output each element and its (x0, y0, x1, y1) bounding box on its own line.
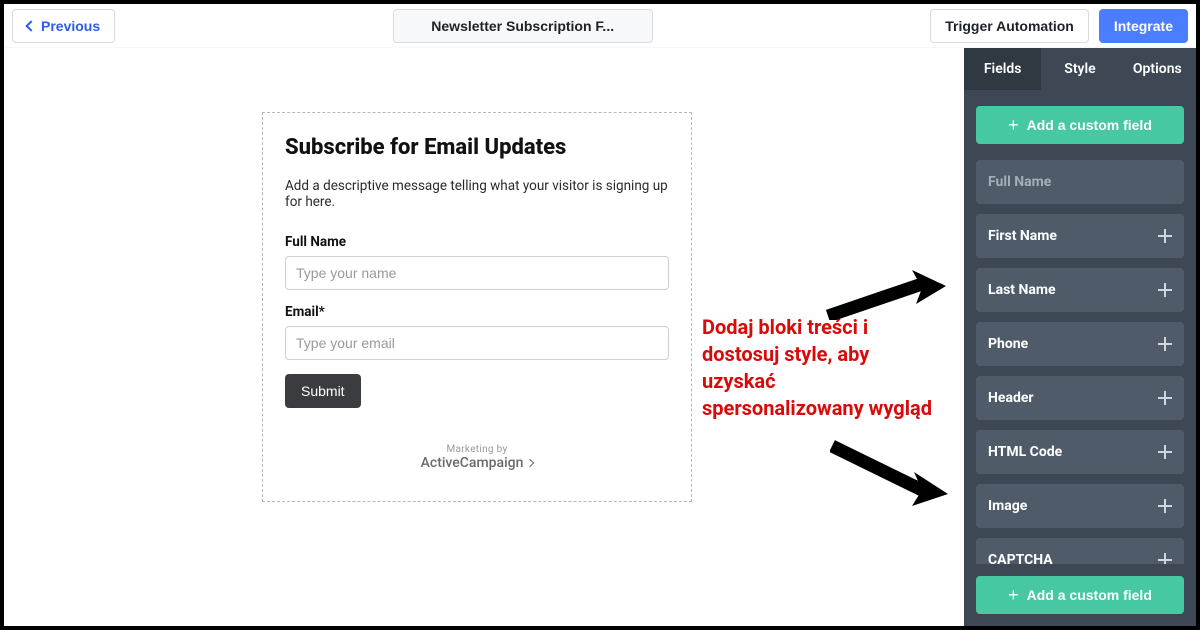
app-frame: Previous Newsletter Subscription F... Tr… (0, 0, 1200, 630)
annotation-arrow-icon (830, 440, 948, 510)
integrate-button[interactable]: Integrate (1099, 9, 1188, 43)
field-card-header[interactable]: Header (976, 376, 1184, 420)
add-custom-field-button-bottom[interactable]: + Add a custom field (976, 576, 1184, 614)
move-icon (1158, 391, 1172, 405)
chevron-left-icon (25, 20, 36, 31)
plus-icon: + (1008, 118, 1019, 132)
field-card-phone[interactable]: Phone (976, 322, 1184, 366)
form-preview[interactable]: Subscribe for Email Updates Add a descri… (262, 112, 692, 502)
submit-label: Submit (301, 383, 345, 399)
add-custom-field-label: Add a custom field (1027, 117, 1152, 133)
form-heading[interactable]: Subscribe for Email Updates (285, 135, 669, 160)
sidebar: Fields Style Options + Add a custom fiel… (964, 48, 1196, 626)
email-label: Email* (285, 304, 669, 320)
field-card-firstname[interactable]: First Name (976, 214, 1184, 258)
editor-canvas[interactable]: Subscribe for Email Updates Add a descri… (4, 52, 964, 622)
field-card-htmlcode[interactable]: HTML Code (976, 430, 1184, 474)
field-list: Full Name First Name Last Name Phone Hea… (964, 160, 1196, 564)
add-custom-field-button[interactable]: + Add a custom field (976, 106, 1184, 144)
tab-options[interactable]: Options (1119, 48, 1196, 90)
marketing-credit: Marketing by ActiveCampaign (285, 444, 669, 471)
add-custom-field-label: Add a custom field (1027, 587, 1152, 603)
form-title-selector[interactable]: Newsletter Subscription F... (393, 9, 653, 43)
previous-button[interactable]: Previous (12, 9, 115, 43)
top-bar: Previous Newsletter Subscription F... Tr… (4, 4, 1196, 48)
move-icon (1158, 553, 1172, 564)
sidebar-tabs: Fields Style Options (964, 48, 1196, 90)
field-card-label: Phone (988, 336, 1028, 352)
field-card-label: CAPTCHA (988, 552, 1053, 564)
move-icon (1158, 499, 1172, 513)
form-description[interactable]: Add a descriptive message telling what y… (285, 178, 669, 210)
field-card-fullname: Full Name (976, 160, 1184, 204)
tab-style[interactable]: Style (1041, 48, 1118, 90)
move-icon (1158, 229, 1172, 243)
move-icon (1158, 445, 1172, 459)
form-title-text: Newsletter Subscription F... (431, 18, 614, 34)
plus-icon: + (1008, 588, 1019, 602)
marketing-top: Marketing by (285, 444, 669, 455)
tab-fields[interactable]: Fields (964, 48, 1041, 90)
field-card-lastname[interactable]: Last Name (976, 268, 1184, 312)
move-icon (1158, 283, 1172, 297)
integrate-label: Integrate (1114, 18, 1173, 34)
field-card-image[interactable]: Image (976, 484, 1184, 528)
field-card-label: Header (988, 390, 1034, 406)
field-card-label: First Name (988, 228, 1057, 244)
email-input[interactable] (285, 326, 669, 360)
marketing-brand: ActiveCampaign (285, 455, 669, 471)
previous-label: Previous (41, 18, 100, 34)
submit-button[interactable]: Submit (285, 374, 361, 408)
annotation-arrow-icon (826, 270, 946, 320)
trigger-automation-button[interactable]: Trigger Automation (930, 9, 1089, 43)
caret-right-icon (526, 459, 534, 467)
annotation-callout: Dodaj bloki treści i dostosuj style, aby… (702, 314, 942, 422)
field-card-label: Full Name (988, 174, 1051, 190)
fullname-label: Full Name (285, 234, 669, 250)
field-card-label: Last Name (988, 282, 1056, 298)
field-card-label: Image (988, 498, 1027, 514)
field-card-label: HTML Code (988, 444, 1062, 460)
field-card-captcha[interactable]: CAPTCHA (976, 538, 1184, 564)
trigger-automation-label: Trigger Automation (945, 18, 1074, 34)
fullname-input[interactable] (285, 256, 669, 290)
move-icon (1158, 337, 1172, 351)
